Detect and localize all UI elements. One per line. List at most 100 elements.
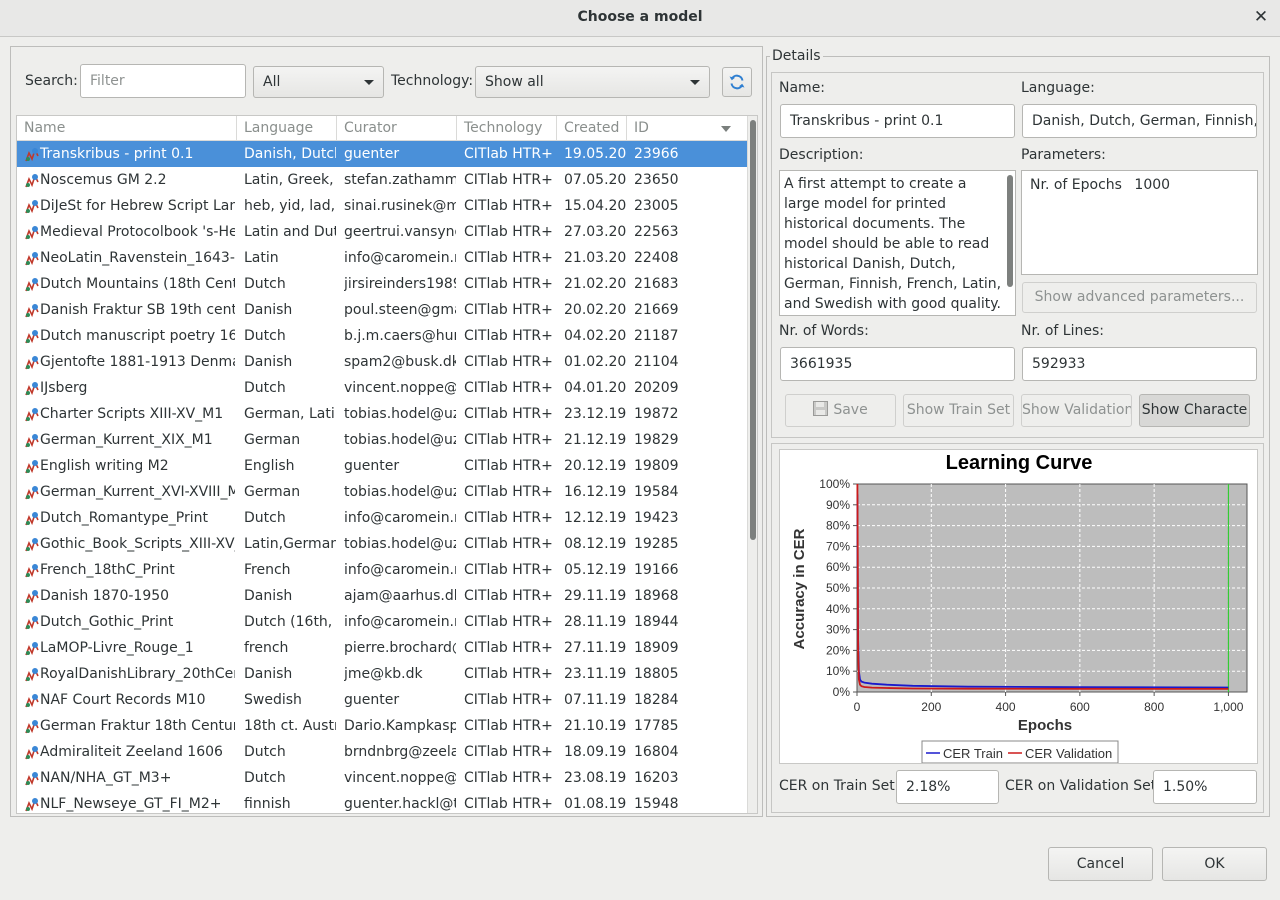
- language-field[interactable]: Danish, Dutch, German, Finnish, Fr: [1022, 104, 1257, 138]
- table-row[interactable]: Admiraliteit Zeeland 1606 Dutch brndnbrg@z…: [17, 739, 748, 765]
- table-row[interactable]: Medieval Protocolbook 's-Herto Latin and …: [17, 219, 748, 245]
- cell-language: heb, yid, lad, ju: [244, 198, 336, 214]
- x-tick-label: 1,000: [1213, 700, 1243, 714]
- model-icon: [24, 536, 40, 552]
- column-header-created[interactable]: Created: [557, 116, 627, 141]
- cell-name: French_18thC_Print: [21, 557, 235, 583]
- cell-id: 19166: [634, 562, 679, 578]
- description-textarea[interactable]: A first attempt to create a large model …: [779, 170, 1016, 316]
- table-row[interactable]: NLF_Newseye_GT_FI_M2+ finnish guenter.hack…: [17, 791, 748, 813]
- scrollbar-thumb[interactable]: [750, 120, 756, 540]
- table-row[interactable]: Dutch Mountains (18th Century Dutch jirsir…: [17, 271, 748, 297]
- description-text: A first attempt to create a large model …: [784, 176, 1002, 312]
- model-icon: [24, 250, 40, 266]
- table-row[interactable]: IJsberg Dutch vincent.noppe@n CITlab HTR+ 04…: [17, 375, 748, 401]
- column-header-technology[interactable]: Technology: [457, 116, 557, 141]
- table-row[interactable]: German Fraktur 18th Century - 18th ct. Au…: [17, 713, 748, 739]
- table-row[interactable]: Gjentofte 1881-1913 Denmark Danish spam2@b…: [17, 349, 748, 375]
- y-tick-label: 30%: [826, 623, 850, 637]
- x-ticks: 0 200 400 600 800 1,000: [854, 692, 1244, 714]
- cell-technology: CITlab HTR+: [464, 458, 553, 474]
- table-row[interactable]: NeoLatin_Ravenstein_1643-17 Latin info@car…: [17, 245, 748, 271]
- close-icon[interactable]: ✕: [1250, 6, 1272, 28]
- model-name: German_Kurrent_XVI-XVIII_M1: [40, 484, 235, 500]
- refresh-button[interactable]: [722, 67, 752, 97]
- table-row[interactable]: DiJeSt for Hebrew Script Langu heb, yid, …: [17, 193, 748, 219]
- table-row[interactable]: NAF Court Records M10 Swedish guenter CITla…: [17, 687, 748, 713]
- parameter-name: Nr. of Epochs: [1030, 177, 1122, 193]
- column-header-curator[interactable]: Curator: [337, 116, 457, 141]
- y-ticks: 0% 10% 20% 30% 40% 50% 60% 70% 80% 90% 100%: [819, 477, 857, 699]
- cer-train-field[interactable]: 2.18%: [896, 770, 999, 804]
- table-row[interactable]: English writing M2 English guenter CITlab H…: [17, 453, 748, 479]
- model-icon: [24, 224, 40, 240]
- cell-id: 22563: [634, 224, 679, 240]
- table-row[interactable]: Noscemus GM 2.2 Latin, Greek, G stefan.zat…: [17, 167, 748, 193]
- model-icon: [24, 770, 40, 786]
- cancel-button[interactable]: Cancel: [1048, 847, 1153, 881]
- table-row[interactable]: Dutch_Gothic_Print Dutch (16th, 1 info@car…: [17, 609, 748, 635]
- cell-language: Dutch: [244, 380, 286, 396]
- model-icon: [24, 380, 40, 396]
- cell-technology: CITlab HTR+: [464, 536, 553, 552]
- cell-technology: CITlab HTR+: [464, 302, 553, 318]
- column-header-language[interactable]: Language: [237, 116, 337, 141]
- table-row[interactable]: Gothic_Book_Scripts_XIII-XV_ Latin,German…: [17, 531, 748, 557]
- category-select-value: All: [263, 74, 281, 90]
- table-row[interactable]: Dutch manuscript poetry 1603- Dutch b.j.m.…: [17, 323, 748, 349]
- ok-button[interactable]: OK: [1162, 847, 1267, 881]
- show-validation-set-button[interactable]: Show Validation: [1021, 394, 1132, 427]
- table-scrollbar[interactable]: [747, 116, 757, 813]
- show-characters-button[interactable]: Show Characte: [1139, 394, 1250, 427]
- table-row[interactable]: RoyalDanishLibrary_20thCentu Danish jme@kb…: [17, 661, 748, 687]
- cell-technology: CITlab HTR+: [464, 432, 553, 448]
- words-field[interactable]: 3661935: [780, 347, 1015, 381]
- show-advanced-parameters-button[interactable]: Show advanced parameters...: [1022, 282, 1257, 313]
- technology-select[interactable]: Show all: [475, 66, 710, 98]
- cell-curator: Dario.Kampkaspar: [344, 718, 456, 734]
- table-row[interactable]: Danish Fraktur SB 19th century Danish poul…: [17, 297, 748, 323]
- cell-curator: poul.steen@gma: [344, 302, 456, 318]
- column-header-id[interactable]: ID: [627, 116, 740, 141]
- description-scrollbar[interactable]: [1005, 173, 1014, 313]
- cell-technology: CITlab HTR+: [464, 146, 553, 162]
- model-name: French_18thC_Print: [40, 562, 175, 578]
- show-train-set-button[interactable]: Show Train Set: [903, 394, 1014, 427]
- parameters-box[interactable]: Nr. of Epochs 1000: [1021, 170, 1258, 275]
- cell-language: Latin and Dutc: [244, 224, 336, 240]
- model-name: Transkribus - print 0.1: [40, 146, 194, 162]
- model-name: Danish Fraktur SB 19th century: [40, 302, 235, 318]
- table-row[interactable]: German_Kurrent_XVI-XVIII_M1 German tobias.…: [17, 479, 748, 505]
- cell-curator: tobias.hodel@uzh: [344, 536, 456, 552]
- category-select[interactable]: All: [253, 66, 384, 98]
- table-row[interactable]: French_18thC_Print French info@caromein.nl…: [17, 557, 748, 583]
- refresh-icon: [729, 74, 745, 90]
- cell-id: 21187: [634, 328, 679, 344]
- cer-validation-field[interactable]: 1.50%: [1153, 770, 1257, 804]
- table-row[interactable]: Danish 1870-1950 Danish ajam@aarhus.dk CITl…: [17, 583, 748, 609]
- model-icon: [24, 432, 40, 448]
- model-icon: [24, 302, 40, 318]
- cell-technology: CITlab HTR+: [464, 640, 553, 656]
- table-row[interactable]: Transkribus - print 0.1 Danish, Dutch, gu…: [17, 141, 748, 167]
- save-button[interactable]: Save: [785, 394, 896, 427]
- table-row[interactable]: Dutch_Romantype_Print Dutch info@caromein.…: [17, 505, 748, 531]
- cell-technology: CITlab HTR+: [464, 796, 553, 812]
- cell-language: Dutch: [244, 510, 286, 526]
- model-name: NAN/NHA_GT_M3+: [40, 770, 172, 786]
- table-row[interactable]: German_Kurrent_XIX_M1 German tobias.hodel@…: [17, 427, 748, 453]
- cell-created: 23.08.19: [564, 770, 626, 786]
- lines-field[interactable]: 592933: [1022, 347, 1257, 381]
- search-input[interactable]: Filter: [80, 64, 246, 98]
- scrollbar-thumb[interactable]: [1007, 175, 1013, 287]
- model-icon: [24, 276, 40, 292]
- table-row[interactable]: LaMOP-Livre_Rouge_1 french pierre.brochard…: [17, 635, 748, 661]
- name-field[interactable]: Transkribus - print 0.1: [780, 104, 1015, 138]
- table-row[interactable]: Charter Scripts XIII-XV_M1 German, Latin,…: [17, 401, 748, 427]
- cell-curator: b.j.m.caers@hum: [344, 328, 456, 344]
- model-icon: [24, 328, 40, 344]
- cell-name: Dutch_Romantype_Print: [21, 505, 235, 531]
- save-button-label: Save: [833, 402, 868, 418]
- table-row[interactable]: NAN/NHA_GT_M3+ Dutch vincent.noppe@n CITlab…: [17, 765, 748, 791]
- column-header-name[interactable]: Name: [17, 116, 237, 141]
